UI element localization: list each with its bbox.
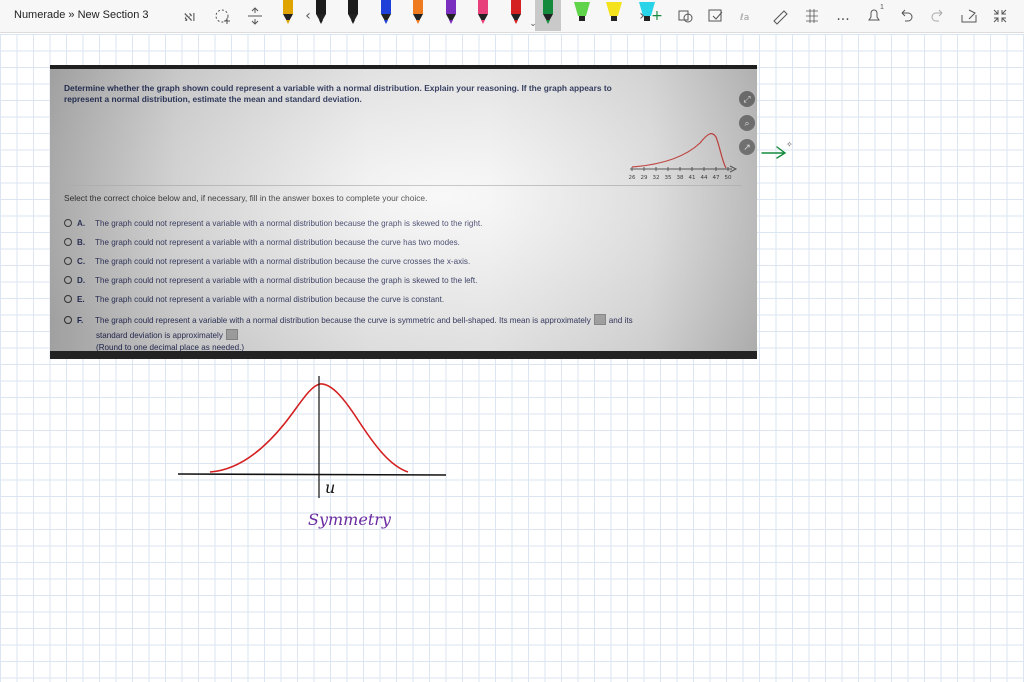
highlighter-yellow-icon[interactable] bbox=[605, 0, 621, 28]
ink-to-text-icon[interactable]: ℓa bbox=[738, 6, 758, 26]
choice-a[interactable]: A.The graph could not represent a variab… bbox=[64, 219, 482, 228]
expand-icon[interactable]: ⤢ bbox=[739, 91, 755, 107]
redo-icon[interactable] bbox=[928, 6, 948, 26]
choice-f[interactable]: F.The graph could represent a variable w… bbox=[64, 314, 633, 325]
share-icon[interactable] bbox=[959, 6, 979, 26]
radio-c[interactable] bbox=[64, 257, 72, 265]
mini-chart-tick-label: 41 bbox=[689, 175, 696, 181]
mini-chart-tick-label: 44 bbox=[701, 175, 708, 181]
mini-chart-tick-label: 32 bbox=[653, 175, 660, 181]
undo-icon[interactable] bbox=[896, 6, 916, 26]
ruler-icon[interactable] bbox=[770, 6, 790, 26]
sd-answer-box[interactable] bbox=[226, 329, 238, 340]
mini-chart-tick-label: 38 bbox=[677, 175, 684, 181]
radio-d[interactable] bbox=[64, 276, 72, 284]
pen-options-chevron-icon[interactable]: ⌄ bbox=[523, 14, 543, 34]
external-link-icon[interactable]: ↗ bbox=[739, 139, 755, 155]
choice-f-line2: standard deviation is approximately bbox=[96, 329, 241, 340]
lasso-select-icon[interactable]: ℵI bbox=[182, 6, 202, 26]
pen-blue-icon[interactable] bbox=[378, 0, 394, 28]
handwritten-bell-curve: u Symmetry bbox=[170, 368, 460, 538]
choice-b[interactable]: B.The graph could not represent a variab… bbox=[64, 238, 460, 247]
radio-f[interactable] bbox=[64, 316, 72, 324]
pen-black-2-icon[interactable] bbox=[345, 0, 361, 28]
mini-chart-tick-label: 35 bbox=[665, 175, 672, 181]
divider bbox=[62, 185, 742, 186]
ink-to-shape-icon[interactable] bbox=[706, 6, 726, 26]
svg-text:ℓa: ℓa bbox=[739, 13, 749, 23]
add-pen-icon[interactable]: + bbox=[647, 6, 667, 26]
pen-gold-icon[interactable] bbox=[280, 0, 296, 28]
pen-pink-icon[interactable] bbox=[475, 0, 491, 28]
pen-purple-icon[interactable] bbox=[443, 0, 459, 28]
mini-chart-tick-label: 29 bbox=[641, 175, 648, 181]
question-text: Determine whether the graph shown could … bbox=[64, 83, 624, 105]
add-shape-icon[interactable] bbox=[213, 6, 233, 26]
radio-b[interactable] bbox=[64, 238, 72, 246]
choice-e[interactable]: E.The graph could not represent a variab… bbox=[64, 295, 444, 304]
handwritten-arrow: ✧ bbox=[758, 138, 798, 162]
mini-chart-tick-label: 26 bbox=[629, 175, 636, 181]
math-icon[interactable] bbox=[802, 6, 822, 26]
chevron-left-icon[interactable]: ‹ bbox=[298, 6, 318, 26]
radio-e[interactable] bbox=[64, 295, 72, 303]
pen-red-icon[interactable] bbox=[508, 0, 524, 28]
more-icon[interactable]: ... bbox=[833, 6, 853, 26]
ribbon-toolbar: Numerade » New Section 3 ℵI ‹⌄ › + ℓa ..… bbox=[0, 0, 1024, 33]
breadcrumb[interactable]: Numerade » New Section 3 bbox=[14, 9, 149, 21]
fullscreen-icon[interactable] bbox=[990, 6, 1010, 26]
pasted-problem-image: Determine whether the graph shown could … bbox=[50, 65, 757, 359]
choice-d[interactable]: D.The graph could not represent a variab… bbox=[64, 276, 477, 285]
svg-text:✧: ✧ bbox=[786, 140, 793, 149]
instructions-text: Select the correct choice below and, if … bbox=[64, 193, 427, 203]
insert-space-icon[interactable] bbox=[245, 6, 265, 26]
radio-a[interactable] bbox=[64, 219, 72, 227]
rounding-note: (Round to one decimal place as needed.) bbox=[96, 343, 244, 352]
mini-chart-tick-label: 50 bbox=[725, 175, 732, 181]
shapes-icon[interactable] bbox=[676, 6, 696, 26]
choice-c[interactable]: C.The graph could not represent a variab… bbox=[64, 257, 470, 266]
sketch-bell-curve bbox=[210, 384, 408, 472]
sketch-x-axis bbox=[178, 474, 446, 475]
symmetry-caption: Symmetry bbox=[308, 510, 392, 529]
zoom-icon[interactable]: ⌕ bbox=[739, 115, 755, 131]
svg-text:ℵI: ℵI bbox=[184, 11, 195, 24]
mini-chart-tick-label: 47 bbox=[713, 175, 720, 181]
mean-answer-box[interactable] bbox=[594, 314, 606, 325]
mini-skewed-chart: 26 29 32 35 38 41 44 47 50 bbox=[628, 121, 738, 183]
mu-label: u bbox=[325, 478, 335, 497]
highlighter-green-icon[interactable] bbox=[573, 0, 589, 28]
notification-count: 1 bbox=[880, 4, 884, 11]
pen-orange-icon[interactable] bbox=[410, 0, 426, 28]
